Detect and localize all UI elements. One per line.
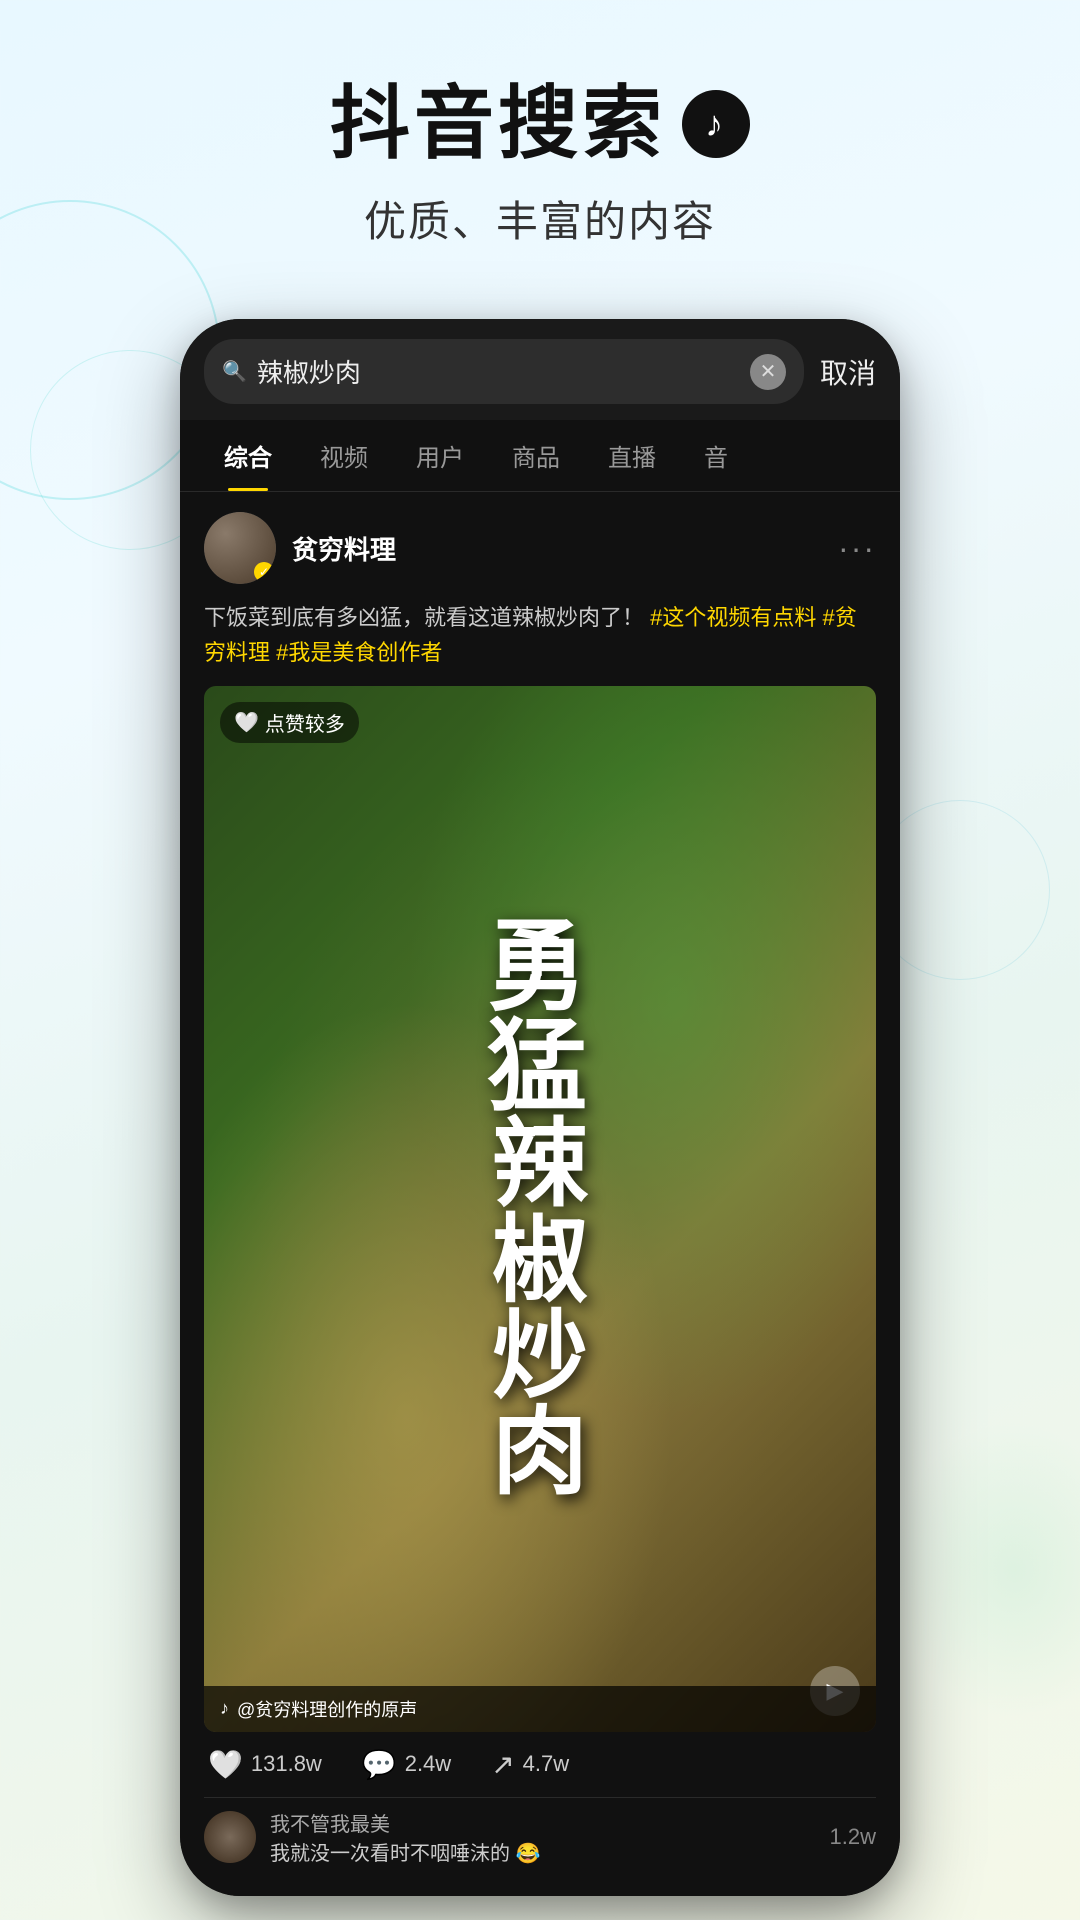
video-title-char-5: 炒 (492, 1309, 588, 1405)
video-thumbnail[interactable]: 🤍 点赞较多 勇 猛 辣 椒 炒 肉 ▶ (204, 686, 876, 1731)
search-area: 🔍 辣椒炒肉 ✕ 取消 (180, 319, 900, 420)
video-title-char-1: 勇 (487, 917, 593, 1017)
search-icon: 🔍 (222, 359, 247, 384)
cancel-button[interactable]: 取消 (820, 352, 876, 392)
tab-product[interactable]: 商品 (488, 420, 584, 491)
tab-user[interactable]: 用户 (392, 420, 488, 491)
video-overlay: 勇 猛 辣 椒 炒 肉 (204, 686, 876, 1731)
comment-user-avatar (204, 1811, 256, 1863)
search-tabs: 综合 视频 用户 商品 直播 音 (180, 420, 900, 492)
tab-video[interactable]: 视频 (296, 420, 392, 491)
share-button[interactable]: ↗ 4.7w (491, 1748, 569, 1781)
interaction-bar: 🤍 131.8w 💬 2.4w ↗ 4.7w (204, 1732, 876, 1797)
hashtag-3[interactable]: #我是美食创作者 (276, 640, 442, 665)
more-options-button[interactable]: ··· (838, 530, 876, 567)
comment-body: 我就没一次看时不咽唾沫的 😂 (270, 1837, 816, 1866)
comment-button[interactable]: 💬 2.4w (362, 1748, 451, 1781)
search-query: 辣椒炒肉 (257, 353, 740, 390)
verified-badge-icon: ✓ (254, 562, 274, 582)
comment-username: 我不管我最美 (270, 1808, 816, 1837)
comment-content: 我不管我最美 我就没一次看时不咽唾沫的 😂 (270, 1808, 816, 1866)
hashtag-1[interactable]: #这个视频有点料 (650, 605, 822, 630)
video-title-char-4: 椒 (492, 1213, 588, 1309)
like-button[interactable]: 🤍 131.8w (208, 1748, 322, 1781)
like-count: 131.8w (251, 1751, 322, 1777)
like-icon: 🤍 (208, 1748, 243, 1781)
user-card: ✓ 贫穷料理 ··· (204, 512, 876, 584)
avatar: ✓ (204, 512, 276, 584)
phone-container: 🔍 辣椒炒肉 ✕ 取消 综合 视频 用户 商品 直播 音 (0, 319, 1080, 1896)
tiktok-logo-icon: ♪ (682, 90, 750, 158)
username[interactable]: 贫穷料理 (292, 530, 396, 567)
search-clear-button[interactable]: ✕ (750, 354, 786, 390)
header: 抖音搜索 ♪ 优质、丰富的内容 (0, 0, 1080, 289)
app-subtitle: 优质、丰富的内容 (0, 188, 1080, 249)
tab-music[interactable]: 音 (680, 420, 752, 491)
tab-comprehensive[interactable]: 综合 (200, 420, 296, 491)
sound-source-text: @贫穷料理创作的原声 (237, 1696, 417, 1722)
tiktok-logo-symbol: ♪ (705, 104, 727, 144)
sound-icon: ♪ (220, 1698, 229, 1719)
phone-mockup: 🔍 辣椒炒肉 ✕ 取消 综合 视频 用户 商品 直播 音 (180, 319, 900, 1896)
video-title-char-2: 猛 (487, 1017, 593, 1117)
comment-preview: 我不管我最美 我就没一次看时不咽唾沫的 😂 1.2w (204, 1797, 876, 1876)
content-area: ✓ 贫穷料理 ··· 下饭菜到底有多凶猛，就看这道辣椒炒肉了！ #这个视频有点料… (180, 492, 900, 1896)
video-title-char-6: 肉 (492, 1405, 588, 1501)
post-text-normal: 下饭菜到底有多凶猛，就看这道辣椒炒肉了！ (204, 605, 644, 630)
share-icon: ↗ (491, 1748, 514, 1781)
video-title-char-3: 辣 (492, 1117, 588, 1213)
share-count: 4.7w (523, 1751, 569, 1777)
post-text: 下饭菜到底有多凶猛，就看这道辣椒炒肉了！ #这个视频有点料 #贫穷料理 #我是美… (204, 600, 876, 670)
comment-count: 2.4w (405, 1751, 451, 1777)
search-box[interactable]: 🔍 辣椒炒肉 ✕ (204, 339, 804, 404)
title-text: 抖音搜索 (330, 80, 666, 168)
comment-count-label: 1.2w (830, 1824, 876, 1850)
app-title: 抖音搜索 ♪ (0, 80, 1080, 168)
comment-icon: 💬 (362, 1748, 397, 1781)
tab-live[interactable]: 直播 (584, 420, 680, 491)
